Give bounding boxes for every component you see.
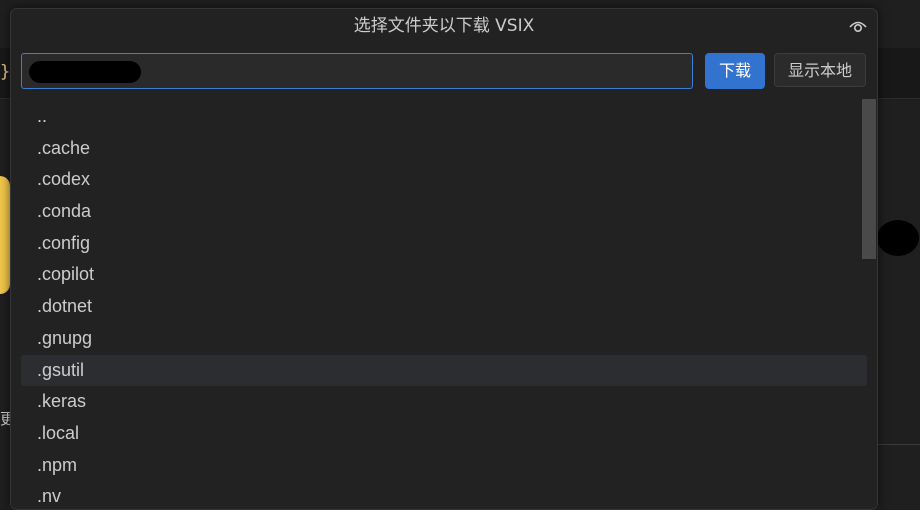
show-local-button[interactable]: 显示本地 xyxy=(774,53,866,87)
folder-item[interactable]: .codex xyxy=(21,164,867,196)
folder-item[interactable]: .keras xyxy=(21,386,867,418)
download-button[interactable]: 下载 xyxy=(705,53,765,89)
redacted-path xyxy=(29,61,141,83)
folder-item[interactable]: .. xyxy=(21,101,867,133)
eye-icon[interactable] xyxy=(849,18,867,34)
redacted-avatar xyxy=(877,220,919,256)
folder-item[interactable]: .copilot xyxy=(21,259,867,291)
path-input-row: 下载 显示本地 xyxy=(21,53,869,91)
folder-item[interactable]: .gnupg xyxy=(21,323,867,355)
folder-item[interactable]: .cache xyxy=(21,133,867,165)
folder-item[interactable]: .conda xyxy=(21,196,867,228)
folder-item[interactable]: .config xyxy=(21,228,867,260)
dialog-title: 选择文件夹以下载 VSIX xyxy=(11,9,877,43)
folder-item[interactable]: .gsutil xyxy=(21,355,867,387)
code-brace: } xyxy=(0,62,10,82)
folder-item[interactable]: .dotnet xyxy=(21,291,867,323)
download-vsix-dialog: 选择文件夹以下载 VSIX 下载 显示本地 ...cache.codex.con… xyxy=(10,8,878,510)
list-scrollbar[interactable] xyxy=(862,99,876,259)
folder-item[interactable]: .npm xyxy=(21,450,867,482)
folder-item[interactable]: .nv xyxy=(21,481,867,510)
divider xyxy=(876,444,920,445)
folder-icon-partial xyxy=(0,176,10,294)
folder-item[interactable]: .local xyxy=(21,418,867,450)
folder-list: ...cache.codex.conda.config.copilot.dotn… xyxy=(21,101,867,510)
